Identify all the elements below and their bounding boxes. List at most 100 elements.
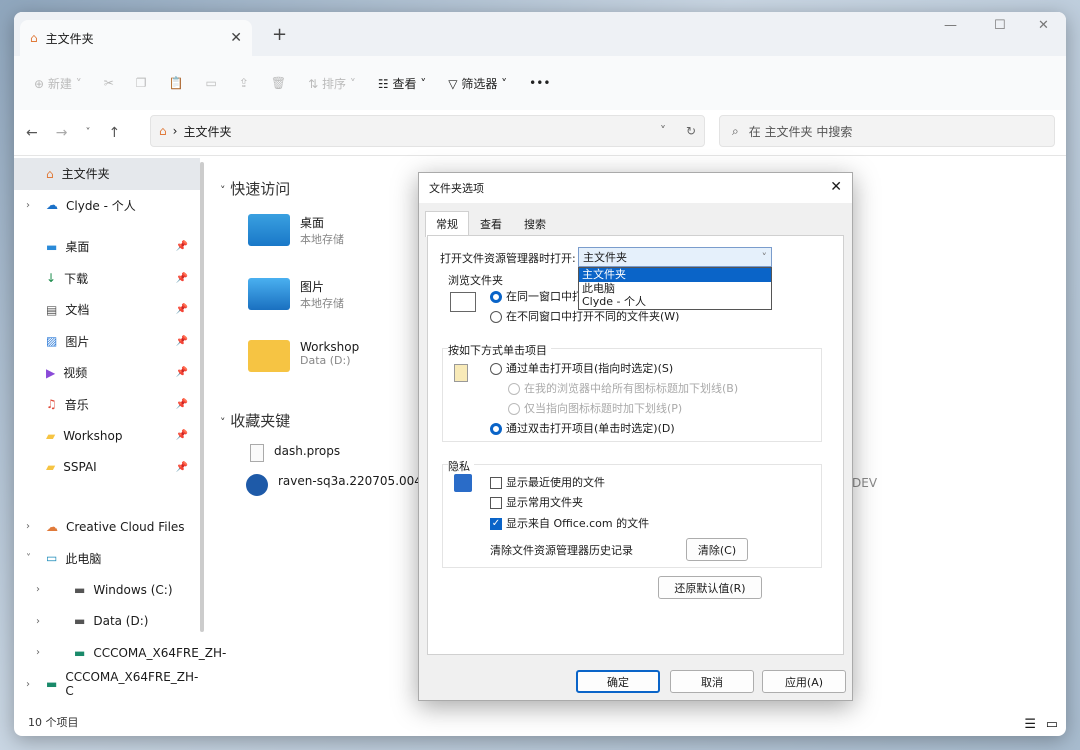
- sidebar-item-label: 视频: [63, 366, 88, 381]
- recent-chevron-icon[interactable]: ˅: [85, 127, 90, 138]
- search-input[interactable]: ⌕ 在 主文件夹 中搜索: [719, 115, 1055, 147]
- chevron-icon[interactable]: ›: [26, 200, 30, 211]
- file-icon: [250, 444, 264, 462]
- copy-icon[interactable]: ❐: [136, 76, 147, 90]
- sidebar-item[interactable]: ˅ ▭ 此电脑: [14, 543, 200, 575]
- delete-icon[interactable]: 🗑: [271, 76, 286, 90]
- sidebar-item-icon: ▬: [46, 239, 58, 254]
- folder-icon: [248, 340, 290, 372]
- pin-icon: 📌: [175, 367, 188, 379]
- sidebar-item[interactable]: › ▬ CCCOMA_X64FRE_ZH-C: [14, 669, 200, 701]
- new-button[interactable]: ⊕ 新建 ˅: [34, 75, 82, 92]
- radio-single-click[interactable]: 通过单击打开项目(指向时选定)(S): [490, 360, 673, 376]
- quick-item-workshop[interactable]: Workshop Data (D:): [248, 340, 359, 372]
- dropdown-option[interactable]: Clyde - 个人: [579, 295, 771, 309]
- share-icon[interactable]: ⇪: [239, 76, 249, 90]
- sidebar-item[interactable]: ♫ 音乐 📌: [14, 389, 200, 421]
- apply-button[interactable]: 应用(A): [762, 670, 846, 693]
- checkbox-office-files[interactable]: ✓ 显示来自 Office.com 的文件: [490, 515, 649, 531]
- forward-icon[interactable]: →: [56, 125, 68, 141]
- sidebar-item-icon: ▤: [46, 302, 58, 317]
- sidebar-scrollbar[interactable]: [200, 162, 204, 632]
- refresh-icon[interactable]: ↻: [686, 124, 696, 138]
- chevron-icon[interactable]: ˅: [26, 553, 31, 564]
- sidebar-item-label: Creative Cloud Files: [66, 519, 185, 534]
- tab-view[interactable]: 查看: [469, 211, 513, 237]
- open-label: 打开文件资源管理器时打开:: [440, 252, 576, 265]
- radio-underline-all: 在我的浏览器中给所有图标标题加下划线(B): [508, 380, 738, 396]
- radio-new-window[interactable]: 在不同窗口中打开不同的文件夹(W): [490, 308, 679, 324]
- item-name: dash.props: [274, 444, 341, 458]
- sort-button[interactable]: ⇅ 排序 ˅: [308, 75, 356, 92]
- close-tab-icon[interactable]: ✕: [230, 30, 242, 46]
- maximize-button[interactable]: ☐: [994, 18, 1006, 33]
- tab-title: 主文件夹: [45, 31, 94, 46]
- tab-home[interactable]: ⌂ 主文件夹 ✕: [20, 20, 252, 56]
- sidebar-item-icon: ▬: [74, 645, 86, 660]
- filter-button[interactable]: ▽ 筛选器 ˅: [448, 75, 507, 92]
- search-icon: ⌕: [732, 123, 739, 138]
- sidebar-item[interactable]: › ▬ CCCOMA_X64FRE_ZH-: [14, 637, 226, 669]
- back-icon[interactable]: ←: [26, 125, 38, 141]
- address-bar[interactable]: ⌂ › 主文件夹 ˅ ↻: [150, 115, 705, 147]
- chevron-icon[interactable]: ›: [26, 521, 30, 532]
- fav-item[interactable]: dash.props: [250, 444, 340, 462]
- chevron-icon[interactable]: ›: [36, 616, 40, 627]
- sidebar-item[interactable]: › ☁ Creative Cloud Files: [14, 511, 200, 543]
- view-button[interactable]: ☷ 查看 ˅: [378, 75, 426, 92]
- dropdown-option[interactable]: 主文件夹: [579, 268, 771, 282]
- cancel-button[interactable]: 取消: [670, 670, 754, 693]
- close-window-button[interactable]: ✕: [1038, 18, 1049, 33]
- tiles-view-icon[interactable]: ▭: [1046, 717, 1058, 732]
- desktop-folder-icon: [248, 214, 290, 246]
- sidebar-item[interactable]: ⌂ 主文件夹: [14, 158, 200, 190]
- sidebar-item[interactable]: ▶ 视频 📌: [14, 357, 200, 389]
- tab-search[interactable]: 搜索: [513, 211, 557, 237]
- new-tab-button[interactable]: +: [272, 24, 287, 45]
- chevron-icon[interactable]: ›: [26, 679, 30, 690]
- sidebar-item[interactable]: ▰ SSPAI 📌: [14, 452, 200, 484]
- sidebar-item[interactable]: ▨ 图片 📌: [14, 326, 200, 358]
- checkbox-label: 显示最近使用的文件: [506, 476, 605, 489]
- pictures-folder-icon: [248, 278, 290, 310]
- ok-button[interactable]: 确定: [576, 670, 660, 693]
- rename-icon[interactable]: ▭: [206, 76, 217, 90]
- clear-button[interactable]: 清除(C): [686, 538, 748, 561]
- radio-double-click[interactable]: 通过双击打开项目(单击时选定)(D): [490, 420, 675, 436]
- pin-icon: 📌: [175, 398, 188, 410]
- sidebar-item[interactable]: › ▬ Windows (C:): [14, 574, 200, 606]
- chevron-icon[interactable]: ›: [36, 584, 40, 595]
- minimize-button[interactable]: —: [944, 18, 957, 33]
- sidebar-item-label: Workshop: [63, 428, 123, 443]
- chevron-icon[interactable]: ›: [36, 647, 40, 658]
- radio-label: 通过单击打开项目(指向时选定)(S): [506, 362, 674, 375]
- checkbox-recent-files[interactable]: 显示最近使用的文件: [490, 474, 605, 490]
- sidebar-item[interactable]: ▤ 文档 📌: [14, 294, 200, 326]
- dropdown-option[interactable]: 此电脑: [579, 282, 771, 296]
- open-location-options: 主文件夹 此电脑 Clyde - 个人: [578, 267, 772, 310]
- sidebar-item[interactable]: ▰ Workshop 📌: [14, 420, 200, 452]
- cut-icon[interactable]: ✂: [104, 76, 114, 90]
- favorites-header[interactable]: ˅ 收藏夹键: [220, 410, 290, 431]
- checkbox-frequent-folders[interactable]: 显示常用文件夹: [490, 494, 583, 510]
- details-view-icon[interactable]: ☰: [1024, 717, 1036, 732]
- tab-general[interactable]: 常规: [425, 211, 469, 237]
- chevron-down-icon[interactable]: ˅: [660, 124, 666, 138]
- sidebar-item[interactable]: › ▬ Data (D:): [14, 606, 200, 638]
- quick-item-pictures[interactable]: 图片 本地存储: [248, 278, 344, 311]
- sidebar-item[interactable]: ▬ 桌面 📌: [14, 231, 200, 263]
- more-button[interactable]: •••: [529, 76, 550, 90]
- home-icon: ⌂: [30, 31, 38, 45]
- quick-access-header[interactable]: ˅ 快速访问: [220, 178, 290, 199]
- sidebar-item[interactable]: › ☁ Clyde - 个人: [14, 190, 200, 222]
- restore-defaults-button[interactable]: 还原默认值(R): [658, 576, 762, 599]
- clear-history-label: 清除文件资源管理器历史记录: [490, 544, 633, 557]
- quick-item-desktop[interactable]: 桌面 本地存储: [248, 214, 344, 247]
- paste-icon[interactable]: 📋: [169, 76, 184, 90]
- sidebar-item[interactable]: ↓ 下载 📌: [14, 263, 200, 295]
- up-icon[interactable]: ↑: [108, 125, 120, 141]
- sidebar-divider: [14, 483, 200, 511]
- close-icon[interactable]: ✕: [830, 179, 842, 195]
- open-location-dropdown[interactable]: 主文件夹 ˅: [578, 247, 772, 267]
- quick-access-label: 快速访问: [230, 180, 291, 198]
